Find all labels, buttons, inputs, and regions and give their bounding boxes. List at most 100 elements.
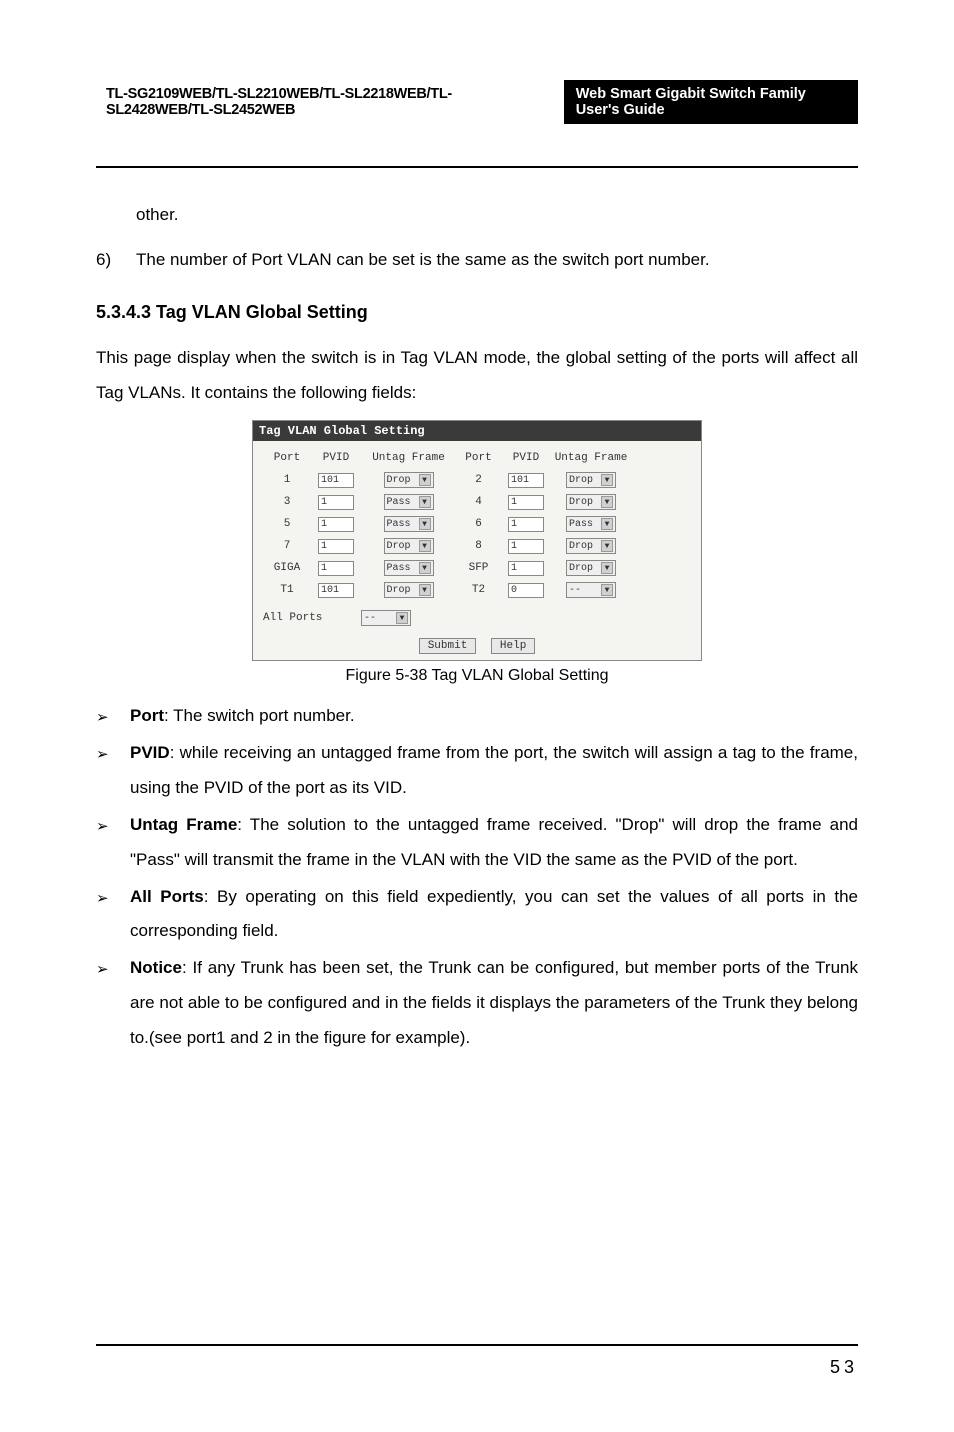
help-button[interactable]: Help <box>491 638 535 654</box>
list-item: ➢ PVID: while receiving an untagged fram… <box>96 736 858 806</box>
header-title: Web Smart Gigabit Switch Family User's G… <box>564 80 858 124</box>
list-item: ➢ All Ports: By operating on this field … <box>96 880 858 950</box>
table-row: GIGA 1 Pass▼ SFP 1 Drop▼ <box>263 557 691 579</box>
table-row: T1 101 Drop▼ T2 0 --▼ <box>263 579 691 601</box>
bullet-list: ➢ Port: The switch port number. ➢ PVID: … <box>96 699 858 1055</box>
port-cell: 3 <box>263 496 311 508</box>
vlan-global-setting-panel: Tag VLAN Global Setting Port PVID Untag … <box>252 420 702 661</box>
triangle-icon: ➢ <box>96 699 130 734</box>
untag-select[interactable]: Pass▼ <box>566 516 616 532</box>
table-row: 3 1 Pass▼ 4 1 Drop▼ <box>263 491 691 513</box>
figure: Tag VLAN Global Setting Port PVID Untag … <box>96 420 858 661</box>
list-text: The number of Port VLAN can be set is th… <box>136 243 858 278</box>
desc-notice: : If any Trunk has been set, the Trunk c… <box>130 958 858 1047</box>
list-item-6: 6) The number of Port VLAN can be set is… <box>96 243 858 278</box>
col-port: Port <box>456 452 501 464</box>
table-header: Port PVID Untag Frame Port PVID Untag Fr… <box>263 447 691 469</box>
list-item: ➢ Port: The switch port number. <box>96 699 858 734</box>
all-ports-label: All Ports <box>263 612 361 624</box>
desc-pvid: : while receiving an untagged frame from… <box>130 743 858 797</box>
untag-select[interactable]: Drop▼ <box>566 494 616 510</box>
header-models: TL-SG2109WEB/TL-SL2210WEB/TL-SL2218WEB/T… <box>96 80 564 124</box>
triangle-icon: ➢ <box>96 880 130 950</box>
list-item: ➢ Notice: If any Trunk has been set, the… <box>96 951 858 1056</box>
triangle-icon: ➢ <box>96 736 130 806</box>
col-port: Port <box>263 452 311 464</box>
term-untag-frame: Untag Frame <box>130 815 237 834</box>
pvid-input[interactable]: 1 <box>318 517 354 532</box>
pvid-input[interactable]: 1 <box>508 539 544 554</box>
col-pvid: PVID <box>311 452 361 464</box>
term-pvid: PVID <box>130 743 170 762</box>
pvid-input[interactable]: 1 <box>318 539 354 554</box>
untag-select[interactable]: Drop▼ <box>384 538 434 554</box>
desc-all-ports: : By operating on this field expediently… <box>130 887 858 941</box>
button-row: Submit Help <box>253 633 701 660</box>
all-ports-select[interactable]: --▼ <box>361 610 411 626</box>
all-ports-row: All Ports --▼ <box>263 607 691 629</box>
chevron-down-icon: ▼ <box>601 474 613 486</box>
triangle-icon: ➢ <box>96 951 130 1056</box>
chevron-down-icon: ▼ <box>396 612 408 624</box>
section-heading: 5.3.4.3 Tag VLAN Global Setting <box>96 302 858 323</box>
port-cell: 4 <box>456 496 501 508</box>
chevron-down-icon: ▼ <box>419 496 431 508</box>
chevron-down-icon: ▼ <box>601 496 613 508</box>
untag-select[interactable]: Pass▼ <box>384 560 434 576</box>
pvid-input[interactable]: 1 <box>318 561 354 576</box>
table-row: 1 101 Drop▼ 2 101 Drop▼ <box>263 469 691 491</box>
col-untag: Untag Frame <box>551 452 631 464</box>
port-cell: SFP <box>456 562 501 574</box>
chevron-down-icon: ▼ <box>601 562 613 574</box>
submit-button[interactable]: Submit <box>419 638 477 654</box>
untag-select[interactable]: Drop▼ <box>384 582 434 598</box>
pvid-input[interactable]: 1 <box>318 495 354 510</box>
desc-untag-frame: : The solution to the untagged frame rec… <box>130 815 858 869</box>
term-notice: Notice <box>130 958 182 977</box>
untag-select[interactable]: Pass▼ <box>384 494 434 510</box>
chevron-down-icon: ▼ <box>419 518 431 530</box>
port-cell: 1 <box>263 474 311 486</box>
chevron-down-icon: ▼ <box>419 474 431 486</box>
pvid-input[interactable]: 1 <box>508 517 544 532</box>
untag-select[interactable]: Pass▼ <box>384 516 434 532</box>
port-cell: 8 <box>456 540 501 552</box>
chevron-down-icon: ▼ <box>419 540 431 552</box>
chevron-down-icon: ▼ <box>419 584 431 596</box>
pvid-input[interactable]: 0 <box>508 583 544 598</box>
col-pvid: PVID <box>501 452 551 464</box>
page-header: TL-SG2109WEB/TL-SL2210WEB/TL-SL2218WEB/T… <box>96 80 858 124</box>
page-number: 53 <box>830 1357 858 1378</box>
list-number: 6) <box>96 243 136 278</box>
port-cell: 2 <box>456 474 501 486</box>
port-cell: 6 <box>456 518 501 530</box>
continued-paragraph: other. <box>136 198 858 233</box>
untag-select[interactable]: Drop▼ <box>566 538 616 554</box>
port-cell: T1 <box>263 584 311 596</box>
port-cell: 5 <box>263 518 311 530</box>
pvid-input[interactable]: 101 <box>318 583 354 598</box>
chevron-down-icon: ▼ <box>601 518 613 530</box>
chevron-down-icon: ▼ <box>601 540 613 552</box>
port-cell: GIGA <box>263 562 311 574</box>
pvid-input[interactable]: 101 <box>318 473 354 488</box>
term-all-ports: All Ports <box>130 887 204 906</box>
untag-select[interactable]: --▼ <box>566 582 616 598</box>
desc-port: : The switch port number. <box>164 706 355 725</box>
untag-select[interactable]: Drop▼ <box>384 472 434 488</box>
chevron-down-icon: ▼ <box>601 584 613 596</box>
table-row: 7 1 Drop▼ 8 1 Drop▼ <box>263 535 691 557</box>
untag-select[interactable]: Drop▼ <box>566 472 616 488</box>
col-untag: Untag Frame <box>361 452 456 464</box>
chevron-down-icon: ▼ <box>419 562 431 574</box>
port-cell: T2 <box>456 584 501 596</box>
intro-paragraph: This page display when the switch is in … <box>96 341 858 411</box>
pvid-input[interactable]: 1 <box>508 495 544 510</box>
table-row: 5 1 Pass▼ 6 1 Pass▼ <box>263 513 691 535</box>
pvid-input[interactable]: 101 <box>508 473 544 488</box>
untag-select[interactable]: Drop▼ <box>566 560 616 576</box>
list-item: ➢ Untag Frame: The solution to the untag… <box>96 808 858 878</box>
footer-divider <box>96 1344 858 1346</box>
term-port: Port <box>130 706 164 725</box>
pvid-input[interactable]: 1 <box>508 561 544 576</box>
